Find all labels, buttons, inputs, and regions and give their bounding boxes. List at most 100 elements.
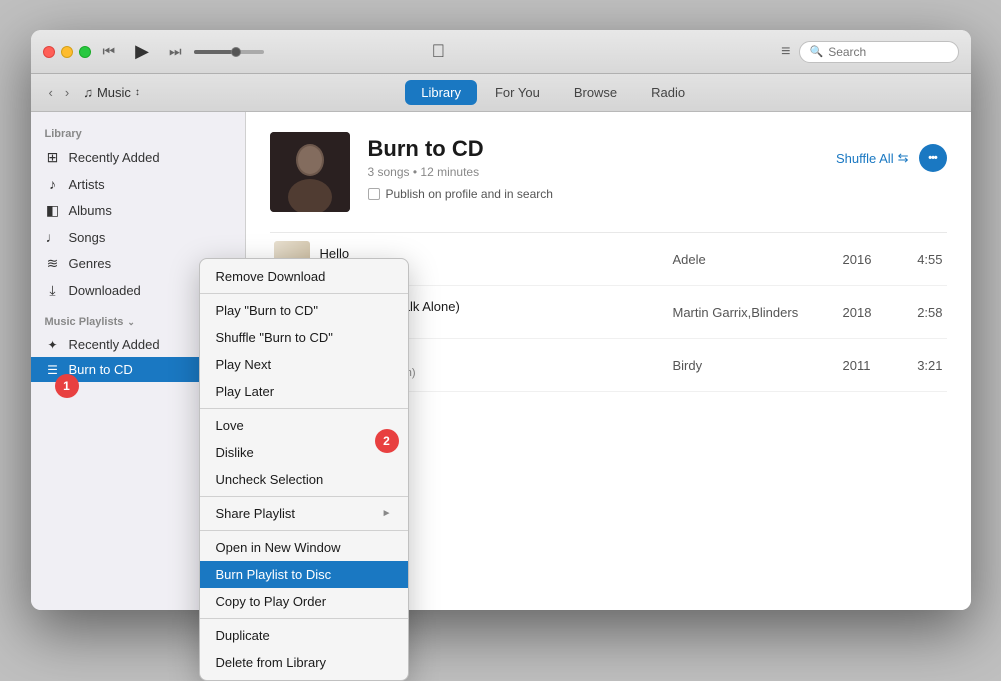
menu-item-share-playlist[interactable]: Share Playlist ► (200, 500, 408, 527)
context-menu: Remove Download Play "Burn to CD" Shuffl… (199, 258, 409, 681)
menu-item-copy-to-play[interactable]: Copy to Play Order (200, 588, 408, 615)
menu-separator (200, 530, 408, 531)
menu-item-open-new-window[interactable]: Open in New Window (200, 534, 408, 561)
menu-item-uncheck[interactable]: Uncheck Selection (200, 466, 408, 493)
sidebar-label-songs: Songs (69, 230, 106, 245)
tab-browse[interactable]: Browse (558, 80, 633, 105)
song-duration-breach: 2:58 (903, 305, 943, 320)
sidebar-label-artists: Artists (69, 177, 105, 192)
forward-button[interactable]: › (61, 84, 73, 101)
sidebar-item-artists[interactable]: ♪ Artists (31, 171, 245, 197)
sidebar-label-albums: Albums (69, 203, 112, 218)
nav-arrows: ‹ › (45, 84, 74, 101)
toolbar: ‹ › ♫ Music ↕ Library For You Browse Rad… (31, 74, 971, 112)
close-button[interactable] (43, 46, 55, 58)
artists-icon: ♪ (45, 176, 61, 192)
menu-item-play-next[interactable]: Play Next (200, 351, 408, 378)
volume-fill (194, 50, 233, 54)
dropdown-arrow-icon: ↕ (135, 87, 140, 98)
tab-radio[interactable]: Radio (635, 80, 701, 105)
sidebar-label-downloaded: Downloaded (69, 283, 141, 298)
traffic-lights (43, 46, 91, 58)
library-section-title: Library (31, 122, 245, 144)
song-year-skinny: 2011 (843, 358, 893, 373)
share-playlist-label: Share Playlist (216, 506, 295, 521)
publish-label: Publish on profile and in search (386, 187, 553, 201)
menu-item-play-later[interactable]: Play Later (200, 378, 408, 405)
publish-checkbox[interactable] (368, 188, 380, 200)
playlists-chevron-icon: ⌄ (127, 317, 135, 328)
playlists-label: Music Playlists (45, 316, 124, 328)
album-header: Burn to CD 3 songs • 12 minutes Publish … (270, 132, 947, 212)
song-duration-skinny: 3:21 (903, 358, 943, 373)
play-pause-button[interactable]: ▶ (131, 39, 153, 64)
song-artist-breach: Martin Garrix,Blinders (673, 305, 833, 320)
tab-library[interactable]: Library (405, 80, 477, 105)
header-actions: Shuffle All ⇆ ••• (836, 132, 947, 172)
album-info: Burn to CD 3 songs • 12 minutes Publish … (368, 132, 819, 201)
menu-separator (200, 496, 408, 497)
more-icon: ••• (928, 152, 937, 164)
submenu-arrow-icon: ► (382, 508, 392, 519)
music-label: Music (97, 85, 131, 100)
volume-track (194, 50, 264, 54)
menu-item-play[interactable]: Play "Burn to CD" (200, 297, 408, 324)
songs-icon: ♩ (45, 229, 61, 245)
apple-logo-icon:  (432, 41, 446, 62)
sidebar-label-recently-added: Recently Added (69, 150, 160, 165)
nav-tabs: Library For You Browse Radio (405, 80, 701, 105)
volume-slider[interactable] (194, 50, 264, 54)
search-input[interactable] (828, 45, 938, 59)
sidebar-item-albums[interactable]: ◧ Albums (31, 197, 245, 224)
recently-added-pl-icon: ✦ (45, 338, 61, 352)
menu-item-shuffle[interactable]: Shuffle "Burn to CD" (200, 324, 408, 351)
downloaded-icon: ⤓ (45, 282, 61, 299)
playback-controls: ⏮ ▶ ⏭ (99, 39, 186, 64)
menu-item-duplicate[interactable]: Duplicate (200, 622, 408, 649)
shuffle-icon: ⇆ (898, 150, 909, 166)
badge-2: 2 (375, 429, 399, 453)
back-button[interactable]: ‹ (45, 84, 57, 101)
music-dropdown[interactable]: ♫ Music ↕ (83, 85, 140, 100)
fullscreen-button[interactable] (79, 46, 91, 58)
sidebar-item-recently-added[interactable]: ⊞ Recently Added (31, 144, 245, 171)
list-view-icon[interactable]: ≡ (781, 43, 790, 61)
tab-for-you[interactable]: For You (479, 80, 556, 105)
sidebar-label-recently-added-pl: Recently Added (69, 337, 160, 352)
album-cover-svg (270, 132, 350, 212)
search-bar[interactable]: 🔍 (799, 41, 959, 63)
music-note-icon: ♫ (83, 85, 93, 100)
volume-thumb[interactable] (231, 47, 241, 57)
menu-item-remove-download[interactable]: Remove Download (200, 263, 408, 290)
previous-track-button[interactable]: ⏮ (99, 41, 120, 62)
burn-to-cd-icon: ☰ (45, 363, 61, 377)
recently-added-icon: ⊞ (45, 149, 61, 166)
album-art-image (270, 132, 350, 212)
album-meta: 3 songs • 12 minutes (368, 165, 819, 179)
album-art (270, 132, 350, 212)
content-area: Library ⊞ Recently Added ♪ Artists ◧ Alb… (31, 112, 971, 610)
shuffle-all-button[interactable]: Shuffle All ⇆ (836, 150, 909, 166)
sidebar-item-songs[interactable]: ♩ Songs (31, 224, 245, 250)
song-year-hello: 2016 (843, 252, 893, 267)
minimize-button[interactable] (61, 46, 73, 58)
menu-separator (200, 293, 408, 294)
next-track-button[interactable]: ⏭ (165, 41, 186, 62)
sidebar-label-genres: Genres (69, 256, 112, 271)
search-icon: 🔍 (810, 45, 824, 58)
song-artist-skinny: Birdy (673, 358, 833, 373)
titlebar: ⏮ ▶ ⏭  ≡ 🔍 (31, 30, 971, 74)
menu-item-delete-library[interactable]: Delete from Library (200, 649, 408, 676)
publish-row: Publish on profile and in search (368, 187, 819, 201)
shuffle-label: Shuffle All (836, 151, 894, 166)
song-year-breach: 2018 (843, 305, 893, 320)
badge-1: 1 (55, 374, 79, 398)
menu-separator (200, 408, 408, 409)
genres-icon: ≋ (45, 255, 61, 272)
more-options-button[interactable]: ••• (919, 144, 947, 172)
song-duration-hello: 4:55 (903, 252, 943, 267)
menu-item-burn-playlist[interactable]: Burn Playlist to Disc (200, 561, 408, 588)
sidebar-label-burn-to-cd: Burn to CD (69, 362, 133, 377)
menu-separator (200, 618, 408, 619)
albums-icon: ◧ (45, 202, 61, 219)
